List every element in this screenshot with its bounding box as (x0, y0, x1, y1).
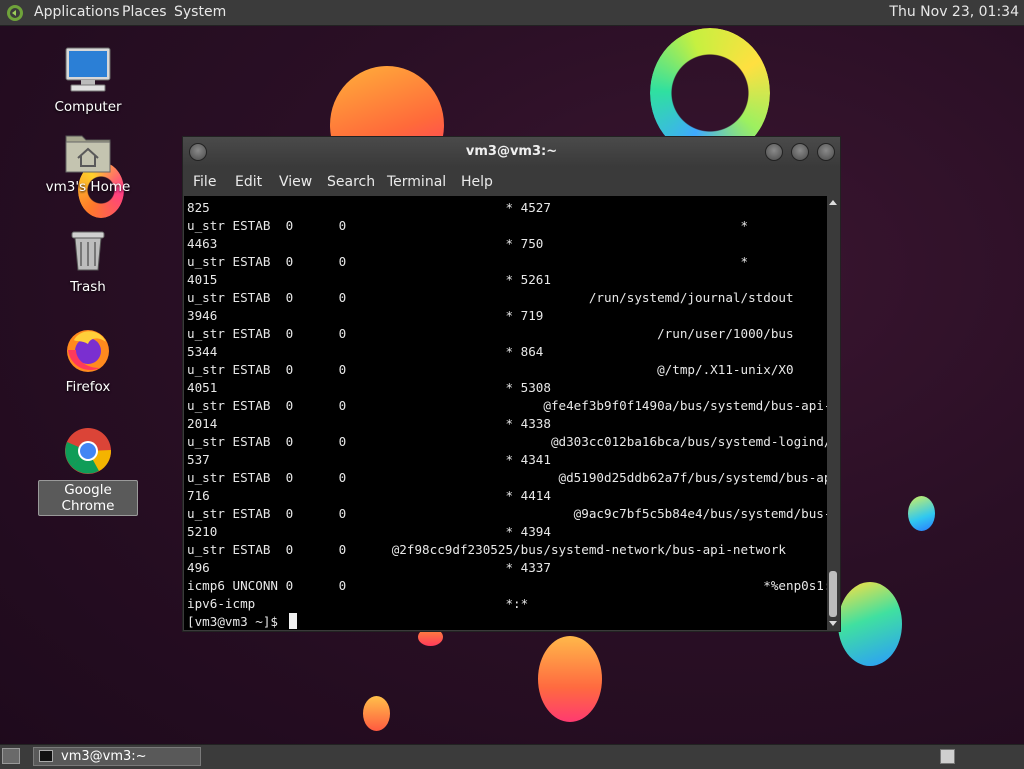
terminal-line: u_str ESTAB 0 0 @/tmp/.X11-unix/X0 (187, 362, 794, 377)
terminal-line: 716 * 4414 (187, 488, 551, 503)
terminal-line: 4015 * 5261 (187, 272, 551, 287)
terminal-line: u_str ESTAB 0 0 @d5190d25ddb62a7f/bus/sy… (187, 470, 827, 485)
terminal-line: u_str ESTAB 0 0 /run/systemd/journal/std… (187, 290, 794, 305)
close-button[interactable] (817, 143, 835, 161)
terminal-line: u_str ESTAB 0 0 @9ac9c7bf5c5b84e4/bus/sy… (187, 506, 827, 521)
wallpaper-blue-dot (908, 496, 935, 531)
terminal-line: 4463 * 750 (187, 236, 544, 251)
terminal-output[interactable]: 825 * 4527 u_str ESTAB 0 0 * 4463 * 750 … (184, 196, 827, 630)
desktop-icon-label: Firefox (65, 379, 111, 395)
terminal-line: 5344 * 864 (187, 344, 544, 359)
terminal-scrollbar[interactable] (827, 196, 839, 630)
minimize-button[interactable] (765, 143, 783, 161)
terminal-menu-bar: File Edit View Search Terminal Help (183, 167, 840, 195)
terminal-line: 537 * 4341 (187, 452, 551, 467)
desktop-icon-home[interactable]: vm3's Home (38, 128, 138, 196)
menu-file[interactable]: File (193, 174, 216, 190)
scrollbar-thumb[interactable] (829, 571, 837, 617)
workspace-switcher[interactable] (940, 749, 955, 764)
scroll-down-arrow-icon[interactable] (829, 621, 837, 626)
applications-menu[interactable]: Applications (34, 4, 120, 20)
chrome-icon (65, 428, 112, 474)
system-menu[interactable]: System (174, 4, 226, 20)
terminal-line: u_str ESTAB 0 0 @2f98cc9df230525/bus/sys… (187, 542, 786, 557)
maximize-button[interactable] (791, 143, 809, 161)
desktop-icon-computer[interactable]: Computer (38, 46, 138, 116)
terminal-line: ipv6-icmp *:* (187, 596, 529, 611)
desktop-icon-label: Computer (54, 99, 122, 115)
desktop-icon-firefox[interactable]: Firefox (38, 326, 138, 396)
desktop-icon-chrome[interactable]: Google Chrome (38, 426, 138, 516)
scroll-up-arrow-icon[interactable] (829, 200, 837, 205)
menu-view[interactable]: View (279, 174, 312, 190)
menu-help[interactable]: Help (461, 174, 493, 190)
trash-icon (71, 231, 105, 271)
mate-logo-icon[interactable] (6, 4, 24, 22)
terminal-line: u_str ESTAB 0 0 * (187, 218, 749, 233)
wallpaper-orange-dot (363, 696, 390, 731)
terminal-window[interactable]: vm3@vm3:~ File Edit View Search Terminal… (182, 136, 841, 632)
menu-terminal[interactable]: Terminal (387, 174, 446, 190)
desktop-icon-label: Google Chrome (38, 480, 138, 516)
firefox-icon (67, 330, 109, 372)
terminal-line: u_str ESTAB 0 0 @fe4ef3b9f0f1490a/bus/sy… (187, 398, 827, 413)
desktop-icon-label: vm3's Home (45, 179, 131, 195)
top-panel: Applications Places System Thu Nov 23, 0… (0, 0, 1024, 26)
wallpaper-orange-blob-bottom (538, 636, 602, 722)
home-folder-icon (65, 135, 111, 173)
places-menu[interactable]: Places (122, 4, 167, 20)
terminal-line: 4051 * 5308 (187, 380, 551, 395)
menu-search[interactable]: Search (327, 174, 375, 190)
terminal-line: u_str ESTAB 0 0 /run/user/1000/bus (187, 326, 794, 341)
title-bar[interactable]: vm3@vm3:~ (183, 137, 840, 167)
terminal-prompt: [vm3@vm3 ~]$ (187, 614, 286, 629)
terminal-line: 2014 * 4338 (187, 416, 551, 431)
taskbar-item-label: vm3@vm3:~ (61, 749, 147, 764)
terminal-line: 3946 * 719 (187, 308, 544, 323)
terminal-line: u_str ESTAB 0 0 * (187, 254, 749, 269)
menu-edit[interactable]: Edit (235, 174, 262, 190)
clock[interactable]: Thu Nov 23, 01:34 (889, 4, 1019, 20)
bottom-panel: vm3@vm3:~ (0, 744, 1024, 769)
text-cursor (289, 613, 297, 629)
wallpaper-blue-blob (838, 582, 902, 666)
window-title: vm3@vm3:~ (465, 144, 558, 159)
terminal-icon (39, 750, 53, 762)
computer-icon (65, 47, 111, 92)
show-desktop-icon[interactable] (2, 748, 20, 764)
taskbar-item-terminal[interactable]: vm3@vm3:~ (33, 747, 201, 766)
terminal-line: u_str ESTAB 0 0 @d303cc012ba16bca/bus/sy… (187, 434, 827, 449)
terminal-line: 5210 * 4394 (187, 524, 551, 539)
terminal-line: 496 * 4337 (187, 560, 551, 575)
terminal-line: 825 * 4527 (187, 200, 551, 215)
desktop-icon-label: Trash (70, 279, 106, 295)
terminal-line: icmp6 UNCONN 0 0 *%enp0s1: (187, 578, 827, 593)
desktop-icon-trash[interactable]: Trash (38, 228, 138, 296)
